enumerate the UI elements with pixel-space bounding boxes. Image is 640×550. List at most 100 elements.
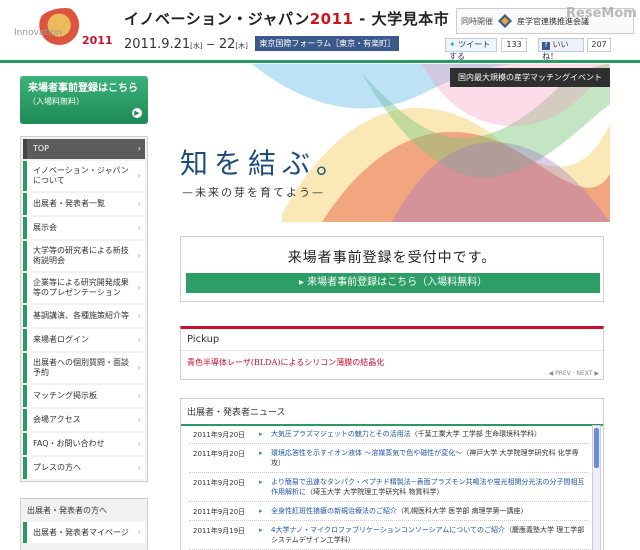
- nav-item-about[interactable]: イノベーション・ジャパンについて ›: [23, 161, 145, 191]
- nav-label: 出展者への個別質問・面談予約: [33, 358, 129, 377]
- nav-label: 大学等の研究者による新技術説明会: [33, 246, 129, 265]
- facebook-like-button[interactable]: f いいね！: [538, 38, 584, 61]
- exhibitor-mypage-link[interactable]: 出展者・発表者マイページ ›: [23, 522, 145, 543]
- news-row: 2011年9月20日 環境応答性を示すイオン液体 〜溶媒蒸気で色や磁性が変化〜（…: [189, 444, 589, 473]
- chevron-right-icon: ›: [137, 283, 141, 292]
- chevron-right-icon: ›: [137, 223, 141, 232]
- nav-item-questions[interactable]: 出展者への個別質問・面談予約 ›: [23, 353, 145, 383]
- news-date: 2011年9月19日: [193, 527, 246, 535]
- resemom-watermark: ReseMom: [566, 6, 637, 21]
- nav-item-matching-board[interactable]: マッチング掲示板 ›: [23, 385, 145, 407]
- news-link[interactable]: 環境応答性を示すイオン液体 〜溶媒蒸気で色や磁性が変化〜: [271, 449, 462, 457]
- news-heading: 出展者・発表者ニュース: [181, 399, 603, 426]
- news-link[interactable]: 全身性紅斑性狼瘡の新規治療法のご紹介: [271, 507, 397, 515]
- page-title: イノベーション・ジャパン2011 - 大学見本市: [124, 8, 449, 29]
- pickup-item-link[interactable]: 青色半導体レーザ(BLDA)によるシリコン薄膜の結晶化: [181, 351, 603, 374]
- registration-heading: 来場者事前登録を受付中です。: [287, 250, 497, 266]
- nav-item-access[interactable]: 会場アクセス ›: [23, 409, 145, 431]
- nav-item-presentations[interactable]: 企業等による研究開発成果等のプレゼンテーション ›: [23, 273, 145, 303]
- news-org: （千葉工業大学 工学部 生命環境科学科）: [410, 430, 542, 438]
- title-year: 2011: [309, 10, 354, 28]
- logo-year: 2011: [82, 34, 113, 47]
- chevron-right-icon: ›: [137, 363, 141, 372]
- chevron-right-icon: ›: [137, 199, 141, 208]
- nav-label: イノベーション・ジャパンについて: [33, 166, 129, 185]
- nav-item-press[interactable]: プレスの方へ ›: [23, 457, 145, 479]
- news-date: 2011年9月20日: [193, 431, 246, 439]
- nav-label: 展示会: [33, 223, 57, 232]
- nav-item-exhibitor-list[interactable]: 出展者・発表者一覧 ›: [23, 193, 145, 215]
- nav-label: 出展者・発表者一覧: [33, 199, 105, 208]
- nav-label: TOP: [33, 144, 50, 153]
- pickup-heading: Pickup: [181, 329, 603, 351]
- exhibitor-section: 出展者・発表者の方へ 出展者・発表者マイページ ›: [20, 498, 148, 550]
- visitor-register-button[interactable]: 来場者事前登録はこちら （入場料無料） ▶: [20, 76, 148, 124]
- news-scrollbar-thumb[interactable]: [594, 428, 599, 468]
- tweet-button[interactable]: ✦ ツイートする: [445, 38, 497, 61]
- news-date: 2011年9月20日: [193, 450, 246, 458]
- chevron-right-icon: ›: [137, 251, 141, 260]
- hero-headline: 知を結ぶ。: [180, 147, 351, 180]
- nav-item-visitor-login[interactable]: 来場者ログイン ›: [23, 329, 145, 351]
- title-main: イノベーション・ジャパン: [124, 10, 310, 28]
- date-start: 2011.9.21: [124, 37, 191, 52]
- exhibitor-news: 出展者・発表者ニュース 2011年9月20日 大気圧プラズマジェットの魅力とその…: [180, 398, 604, 550]
- chevron-right-icon: ›: [137, 391, 141, 400]
- news-link[interactable]: 4大学ナノ・マイクロファブリケーションコンソーシアムについてのご紹介: [271, 526, 505, 534]
- header-divider: [0, 60, 640, 63]
- date-end: 22: [218, 37, 236, 52]
- chevron-right-icon: ›: [137, 527, 141, 536]
- nav-item-faq[interactable]: FAQ・お問い合わせ ›: [23, 433, 145, 455]
- twitter-bird-icon: ✦: [449, 40, 456, 49]
- chevron-right-icon: ›: [137, 335, 141, 344]
- news-row: 2011年9月19日 4大学ナノ・マイクロファブリケーションコンソーシアムについ…: [189, 521, 589, 550]
- register-button-sublabel: （入場料無料）: [28, 97, 84, 106]
- news-text: より簡易で迅速なタンパク・ペプチド精製法−表面プラズモン共鳴法や蛍光相関分光法の…: [257, 477, 589, 497]
- pickup-section: Pickup 青色半導体レーザ(BLDA)によるシリコン薄膜の結晶化 ◀ PRE…: [180, 326, 604, 380]
- date-end-dow: [木]: [235, 42, 248, 50]
- pickup-pager[interactable]: ◀ PREV · NEXT ▶: [549, 370, 599, 377]
- news-text: 大気圧プラズマジェットの魅力とその活用法（千葉工業大学 工学部 生命環境科学科）: [257, 429, 589, 439]
- chevron-right-icon: ›: [137, 144, 141, 153]
- news-org: （埼玉大学 大学院理工学研究科 物質科学）: [306, 488, 444, 496]
- logo-text: Innovation: [14, 28, 62, 38]
- hero-banner: 国内最大規模の産学マッチングイベント 知を結ぶ。 —未来の芽を育てよう—: [162, 64, 610, 222]
- co-event-label: 同時開催: [461, 17, 493, 26]
- tweet-label: ツイートする: [449, 40, 491, 61]
- site-header: Innovation 2011 イノベーション・ジャパン2011 - 大学見本市…: [0, 0, 640, 61]
- news-text: 環境応答性を示すイオン液体 〜溶媒蒸気で色や磁性が変化〜（神戸大学 大学院理学研…: [257, 448, 589, 468]
- nav-item-exhibition[interactable]: 展示会 ›: [23, 217, 145, 239]
- news-row: 2011年9月20日 より簡易で迅速なタンパク・ペプチド精製法−表面プラズモン共…: [189, 473, 589, 502]
- nav-label: マッチング掲示板: [33, 391, 97, 400]
- hero-tagline: 国内最大規模の産学マッチングイベント: [450, 68, 610, 87]
- news-link[interactable]: 大気圧プラズマジェットの魅力とその活用法: [271, 430, 411, 438]
- news-org: （札幌医科大学 医学部 病理学第一講座）: [397, 507, 528, 515]
- chevron-right-icon: ›: [137, 171, 141, 180]
- nav-label: 来場者ログイン: [33, 335, 89, 344]
- news-scrollbar[interactable]: [592, 425, 601, 550]
- nav-label: FAQ・お問い合わせ: [33, 439, 105, 448]
- date-sep: −: [202, 38, 219, 51]
- nav-label: 基調講演、各種施策紹介等: [33, 311, 129, 320]
- chevron-right-icon: ›: [137, 463, 141, 472]
- chevron-right-icon: ›: [137, 415, 141, 424]
- sidebar-nav: TOP › イノベーション・ジャパンについて › 出展者・発表者一覧 › 展示会 › 大…: [20, 136, 148, 482]
- news-text: 4大学ナノ・マイクロファブリケーションコンソーシアムについてのご紹介（慶應義塾大…: [257, 525, 589, 545]
- exhibitor-mypage-label: 出展者・発表者マイページ: [33, 528, 129, 537]
- like-count: 207: [587, 38, 611, 52]
- news-text: 全身性紅斑性狼瘡の新規治療法のご紹介（札幌医科大学 医学部 病理学第一講座）: [257, 506, 589, 516]
- news-row: 2011年9月20日 大気圧プラズマジェットの魅力とその活用法（千葉工業大学 工…: [189, 425, 589, 444]
- sponsor-logo-icon: [498, 14, 512, 28]
- nav-item-top[interactable]: TOP ›: [23, 139, 145, 159]
- venue-badge: 東京国際フォーラム［東京・有楽町］: [255, 36, 400, 51]
- nav-label: プレスの方へ: [33, 463, 81, 472]
- event-date: 2011.9.21[水] − 22[木] 東京国際フォーラム［東京・有楽町］: [124, 36, 400, 52]
- exhibitor-heading: 出展者・発表者の方へ: [27, 506, 107, 515]
- innovation-japan-logo[interactable]: Innovation 2011: [14, 6, 114, 50]
- nav-item-new-tech-briefing[interactable]: 大学等の研究者による新技術説明会 ›: [23, 241, 145, 271]
- nav-item-keynote[interactable]: 基調講演、各種施策紹介等 ›: [23, 305, 145, 327]
- registration-button[interactable]: ▸ 来場者事前登録はこちら（入場料無料）: [186, 273, 600, 293]
- arrow-right-icon: ▶: [132, 108, 142, 118]
- chevron-right-icon: ›: [137, 439, 141, 448]
- register-button-label: 来場者事前登録はこちら: [28, 83, 138, 94]
